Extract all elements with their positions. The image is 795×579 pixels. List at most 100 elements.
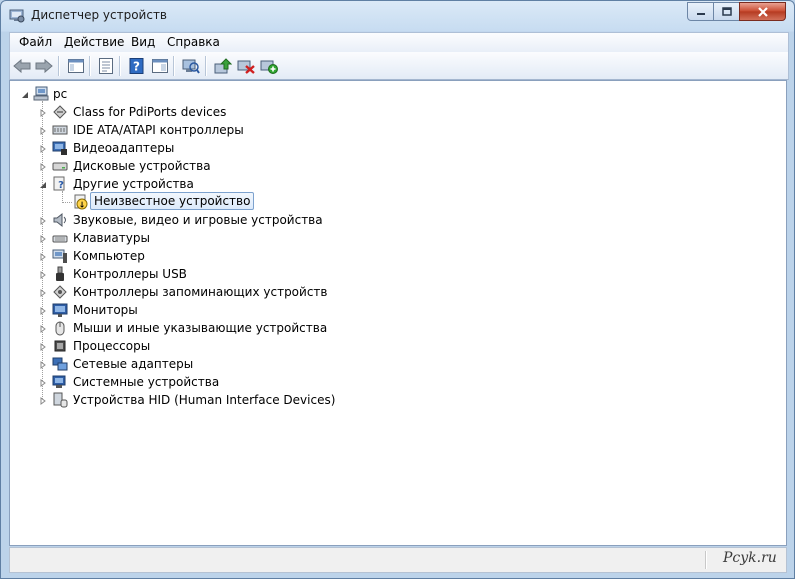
- collapsed-arrow-icon: [40, 216, 46, 225]
- status-separator: [705, 551, 707, 569]
- expand-toggle[interactable]: [38, 234, 47, 243]
- back-button[interactable]: [12, 56, 32, 76]
- action-pane-icon: [152, 59, 168, 73]
- tree-node-label: Мыши и иные указывающие устройства: [73, 321, 328, 335]
- tree-node-label: Видеоадаптеры: [73, 141, 175, 155]
- expanded-arrow-icon: [21, 91, 28, 98]
- minimize-icon: [696, 12, 705, 15]
- expand-toggle[interactable]: [38, 288, 47, 297]
- svg-text:↓: ↓: [79, 201, 86, 210]
- maximize-button[interactable]: [713, 2, 740, 21]
- toolbar-separator: [58, 56, 60, 76]
- tree-node-label: Мониторы: [73, 303, 138, 317]
- usb-icon: [56, 266, 64, 281]
- collapsed-arrow-icon: [40, 306, 46, 315]
- show-hide-console-tree-button[interactable]: [66, 56, 86, 76]
- tree-node-label: Дисковые устройства: [73, 159, 211, 173]
- collapsed-arrow-icon: [40, 162, 46, 171]
- collapsed-arrow-icon: [40, 108, 46, 117]
- menu-file[interactable]: Файл: [19, 35, 52, 49]
- scan-hardware-icon: [182, 59, 200, 74]
- disk-drive-icon: [52, 162, 68, 171]
- help-button[interactable]: ?: [127, 56, 147, 76]
- computer-icon: [52, 249, 67, 263]
- expand-toggle[interactable]: [38, 126, 47, 135]
- collapsed-arrow-icon: [40, 396, 46, 405]
- expand-toggle[interactable]: [38, 216, 47, 225]
- tree-connector: [62, 202, 72, 203]
- expand-toggle[interactable]: [38, 360, 47, 369]
- maximize-icon: [721, 7, 732, 16]
- network-adapter-icon: [52, 357, 68, 371]
- expand-toggle[interactable]: [38, 324, 47, 333]
- expand-toggle[interactable]: [38, 144, 47, 153]
- menu-help[interactable]: Справка: [167, 35, 220, 49]
- status-bar: Pcyk.ru: [9, 547, 787, 573]
- collapsed-arrow-icon: [40, 324, 46, 333]
- update-driver-button[interactable]: [213, 56, 233, 76]
- device-tree-pane[interactable]: pc Class for PdiPorts devices IDE ATA/ATA…: [9, 80, 787, 546]
- toolbar-separator: [173, 56, 175, 76]
- tree-node-label: Сетевые адаптеры: [73, 357, 194, 371]
- collapse-toggle[interactable]: [20, 90, 29, 99]
- close-button[interactable]: [739, 2, 786, 21]
- tree-node-label: Контроллеры USB: [73, 267, 187, 281]
- watermark: Pcyk.ru: [723, 550, 777, 566]
- collapsed-arrow-icon: [40, 144, 46, 153]
- menu-view[interactable]: Вид: [131, 35, 155, 49]
- tree-node-label: Процессоры: [73, 339, 151, 353]
- expanded-arrow-icon: [39, 181, 46, 188]
- properties-icon: [99, 58, 113, 74]
- collapsed-arrow-icon: [40, 234, 46, 243]
- expand-toggle[interactable]: [38, 342, 47, 351]
- expand-toggle[interactable]: [38, 108, 47, 117]
- tree-node-label: Системные устройства: [73, 375, 220, 389]
- mouse-icon: [55, 321, 65, 336]
- tree-node-label: Звуковые, видео и игровые устройства: [73, 213, 323, 227]
- title-bar[interactable]: Диспетчер устройств: [1, 1, 794, 31]
- tree-node-label: Контроллеры запоминающих устройств: [73, 285, 328, 299]
- forward-button[interactable]: [34, 56, 54, 76]
- minimize-button[interactable]: [687, 2, 714, 21]
- add-legacy-hardware-button[interactable]: [259, 56, 279, 76]
- menu-bar: Файл Действие Вид Справка: [9, 32, 789, 52]
- show-hide-console-tree-icon: [68, 59, 84, 73]
- expand-toggle[interactable]: [38, 252, 47, 261]
- toolbar-separator: [205, 56, 207, 76]
- action-pane-button[interactable]: [150, 56, 170, 76]
- tree-node-label: pc: [53, 87, 68, 101]
- uninstall-button[interactable]: [236, 56, 256, 76]
- system-devices-icon: [52, 375, 66, 388]
- forward-icon: [35, 59, 53, 73]
- display-adapter-icon: [52, 141, 67, 155]
- unknown-device-icon: ↓: [74, 194, 88, 210]
- tree-node-label: Другие устройства: [73, 177, 194, 191]
- scan-hardware-button[interactable]: [181, 56, 201, 76]
- tree-node-label: Клавиатуры: [73, 231, 150, 245]
- collapsed-arrow-icon: [40, 126, 46, 135]
- expand-toggle[interactable]: [38, 162, 47, 171]
- speaker-icon: [53, 212, 66, 228]
- collapse-toggle[interactable]: [38, 180, 47, 189]
- close-icon: [757, 6, 768, 17]
- collapsed-arrow-icon: [40, 270, 46, 279]
- menu-action[interactable]: Действие: [64, 35, 124, 49]
- expand-toggle[interactable]: [38, 306, 47, 315]
- device-manager-icon: [9, 9, 25, 23]
- ide-controller-icon: [52, 125, 68, 135]
- expand-toggle[interactable]: [38, 378, 47, 387]
- properties-button[interactable]: [96, 56, 116, 76]
- computer-icon: [33, 86, 49, 101]
- processor-icon: [54, 340, 66, 352]
- tree-node-label: Устройства HID (Human Interface Devices): [73, 393, 336, 407]
- svg-text:?: ?: [58, 180, 64, 191]
- keyboard-icon: [52, 235, 68, 243]
- expand-toggle[interactable]: [38, 396, 47, 405]
- collapsed-arrow-icon: [40, 342, 46, 351]
- expand-toggle[interactable]: [38, 270, 47, 279]
- tree-node-label: Class for PdiPorts devices: [73, 105, 227, 119]
- window-title: Диспетчер устройств: [31, 8, 168, 22]
- network-port-icon: [53, 105, 67, 119]
- other-devices-icon: ?: [53, 176, 65, 191]
- add-legacy-hardware-icon: [260, 60, 278, 74]
